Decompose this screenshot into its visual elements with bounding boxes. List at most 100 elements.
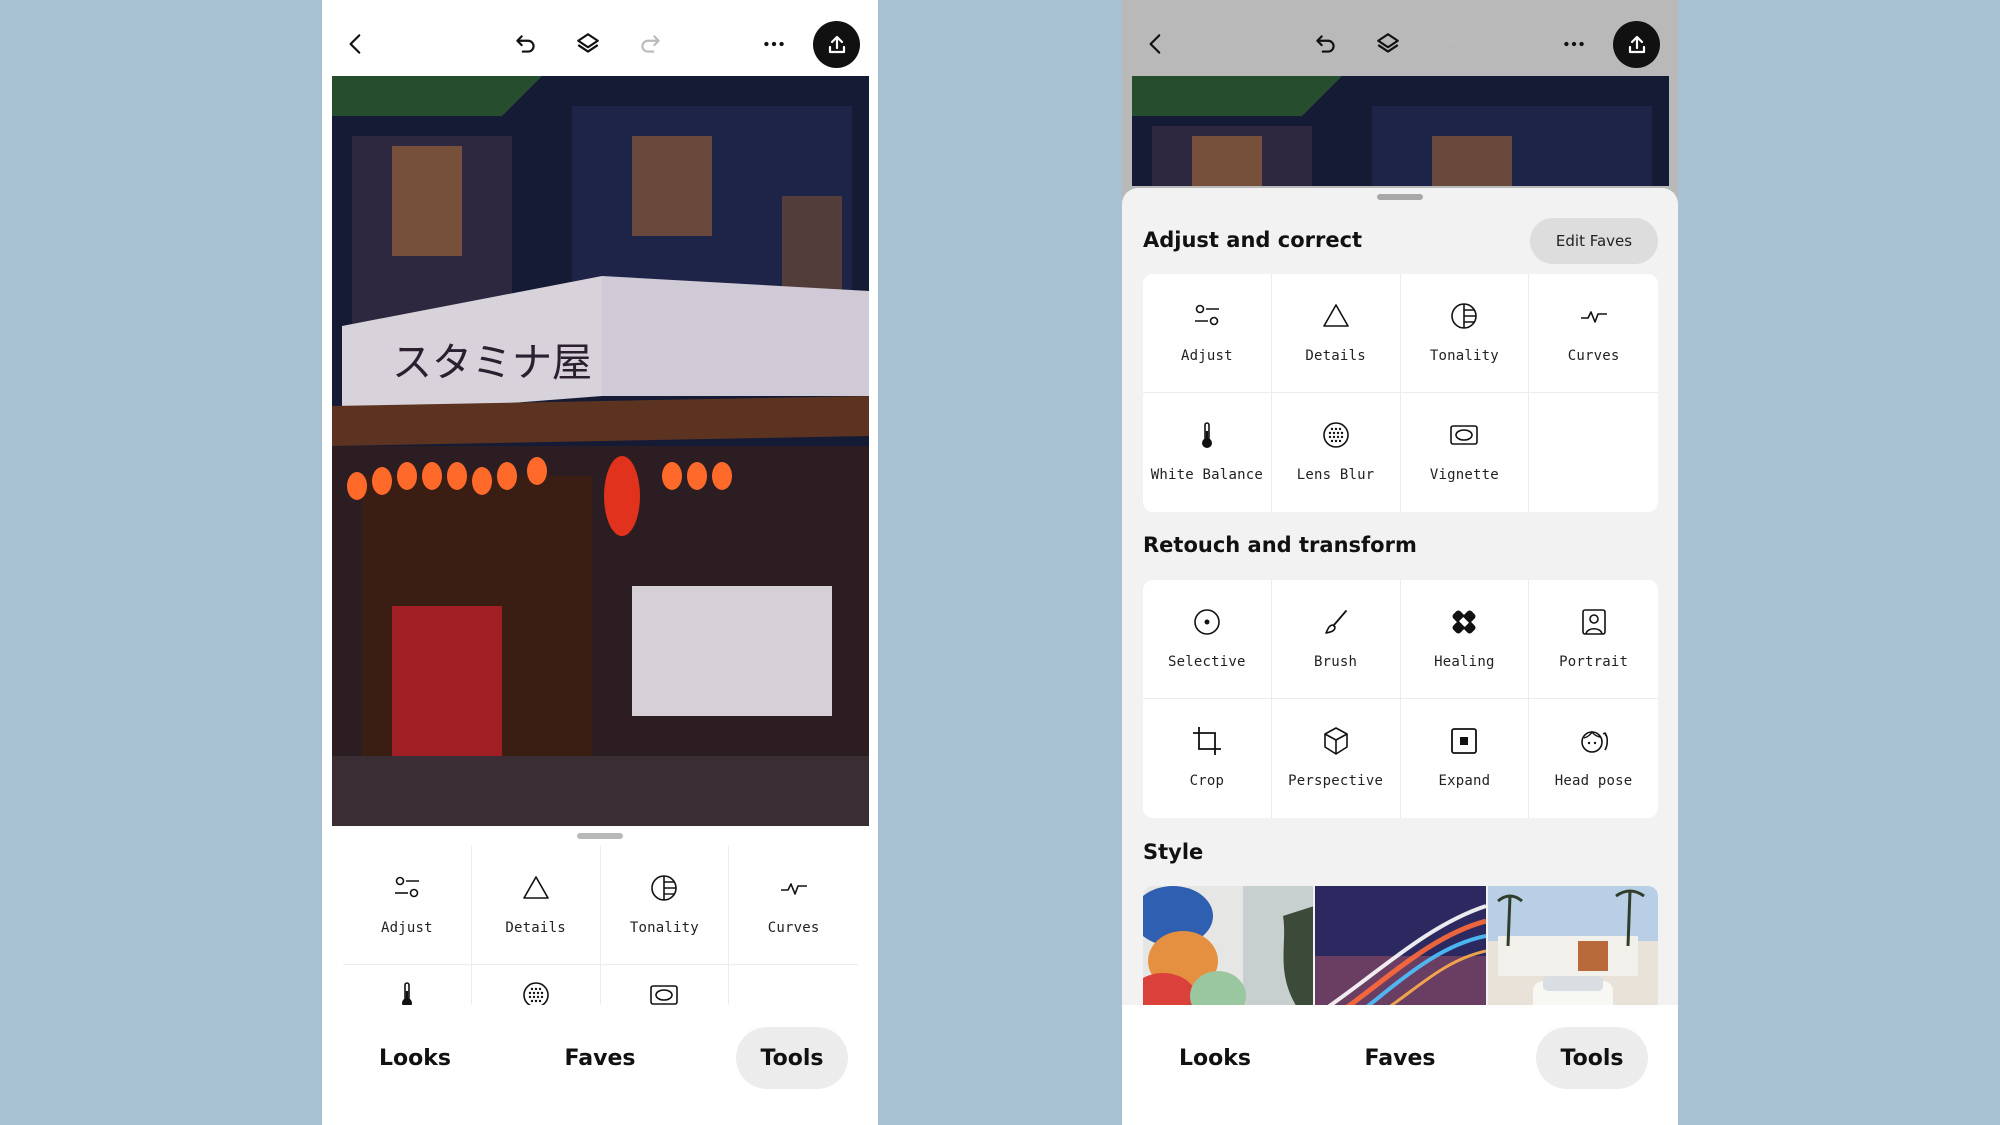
tool-white-balance[interactable] xyxy=(343,965,472,1006)
style-thumbnails xyxy=(1143,886,1658,1016)
tool-brush[interactable]: Brush xyxy=(1271,580,1401,699)
undo-button[interactable] xyxy=(504,22,548,66)
tool-adjust[interactable]: Adjust xyxy=(343,846,472,965)
tool-selective[interactable]: Selective xyxy=(1143,580,1272,699)
retouch-tools-grid: Selective Brush Healing Portrait Crop Pe… xyxy=(1143,580,1658,818)
portrait-icon xyxy=(1576,604,1612,640)
export-icon xyxy=(1625,33,1649,57)
storefront-photo xyxy=(1132,76,1669,186)
tool-label: Curves xyxy=(767,920,820,936)
nav-faves[interactable]: Faves xyxy=(1345,1027,1455,1089)
sheet-handle[interactable] xyxy=(577,833,623,839)
tool-details[interactable]: Details xyxy=(471,846,601,965)
tool-label: Lens Blur xyxy=(1296,467,1375,483)
adjust-tools-grid: Adjust Details Tonality Curves White Bal… xyxy=(1143,274,1658,512)
layers-button[interactable] xyxy=(1366,22,1410,66)
crop-icon xyxy=(1189,723,1225,759)
layers-button[interactable] xyxy=(566,22,610,66)
redo-button[interactable] xyxy=(1428,22,1472,66)
tool-label: Details xyxy=(505,920,566,936)
section-title-adjust: Adjust and correct xyxy=(1143,228,1363,252)
export-button[interactable] xyxy=(813,21,860,68)
storefront-photo: スタミナ屋 xyxy=(332,76,869,826)
tool-details[interactable]: Details xyxy=(1271,274,1401,393)
tool-curves[interactable]: Curves xyxy=(1529,274,1658,393)
top-toolbar xyxy=(1122,0,1678,76)
tool-expand[interactable]: Expand xyxy=(1401,699,1530,818)
tool-label: Portrait xyxy=(1559,654,1629,670)
lens-blur-icon xyxy=(518,979,554,1006)
tool-curves[interactable]: Curves xyxy=(729,846,858,965)
triangle-icon xyxy=(1318,298,1354,334)
style-thumb-balloons[interactable] xyxy=(1143,886,1314,1016)
tool-lens-blur[interactable] xyxy=(472,965,601,1006)
tool-label: Selective xyxy=(1168,654,1246,670)
photo-canvas[interactable]: スタミナ屋 xyxy=(332,76,869,826)
tool-vignette[interactable] xyxy=(601,965,730,1006)
tool-label: Details xyxy=(1305,348,1366,364)
redo-button[interactable] xyxy=(628,22,672,66)
back-button[interactable] xyxy=(1134,22,1178,66)
tool-perspective[interactable]: Perspective xyxy=(1272,699,1401,818)
tool-label: Brush xyxy=(1314,654,1358,670)
back-icon xyxy=(1143,31,1169,57)
expand-icon xyxy=(1446,723,1482,759)
sheet-handle[interactable] xyxy=(1377,194,1423,200)
palm-house-image xyxy=(1487,886,1658,1016)
tool-adjust[interactable]: Adjust xyxy=(1143,274,1272,393)
bottom-nav: Looks Faves Tools xyxy=(1122,1005,1678,1125)
tonality-icon xyxy=(1446,298,1482,334)
layers-icon xyxy=(575,31,601,57)
tool-tonality[interactable]: Tonality xyxy=(1400,274,1530,393)
edit-faves-button[interactable]: Edit Faves xyxy=(1530,218,1658,264)
tool-label: Crop xyxy=(1189,773,1225,789)
tool-tonality[interactable]: Tonality xyxy=(600,846,730,965)
tool-label: Expand xyxy=(1438,773,1491,789)
nav-looks[interactable]: Looks xyxy=(1160,1027,1270,1089)
tool-white-balance[interactable]: White Balance xyxy=(1143,393,1272,512)
triangle-icon xyxy=(518,870,554,906)
nav-tools[interactable]: Tools xyxy=(736,1027,848,1089)
tool-healing[interactable]: Healing xyxy=(1400,580,1530,699)
top-toolbar xyxy=(322,0,878,76)
export-icon xyxy=(825,33,849,57)
tool-head-pose[interactable]: Head pose xyxy=(1529,699,1658,818)
photo-canvas[interactable] xyxy=(1132,76,1669,186)
lens-blur-icon xyxy=(1318,417,1354,453)
tool-label: Vignette xyxy=(1429,467,1499,483)
vignette-icon xyxy=(646,979,682,1006)
nav-looks[interactable]: Looks xyxy=(360,1027,470,1089)
tonality-icon xyxy=(646,870,682,906)
curves-icon xyxy=(776,870,812,906)
thermometer-icon xyxy=(1189,417,1225,453)
head-pose-icon xyxy=(1576,723,1612,759)
export-button[interactable] xyxy=(1613,21,1660,68)
more-button[interactable] xyxy=(752,22,796,66)
back-button[interactable] xyxy=(334,22,378,66)
grid-empty-cell xyxy=(729,965,858,1006)
section-title-retouch: Retouch and transform xyxy=(1143,533,1417,557)
undo-icon xyxy=(1313,31,1339,57)
tool-lens-blur[interactable]: Lens Blur xyxy=(1272,393,1401,512)
phone-screen-left: スタミナ屋 Adjust Details Tonality Curves Loo… xyxy=(322,0,878,1125)
tool-portrait[interactable]: Portrait xyxy=(1529,580,1658,699)
grid-empty-cell xyxy=(1529,393,1658,512)
style-thumb-palm-house[interactable] xyxy=(1487,886,1658,1016)
light-trails-image xyxy=(1315,886,1486,1016)
perspective-icon xyxy=(1318,723,1354,759)
more-button[interactable] xyxy=(1552,22,1596,66)
nav-faves[interactable]: Faves xyxy=(545,1027,655,1089)
tool-label: Head pose xyxy=(1554,773,1633,789)
tool-label: Healing xyxy=(1434,654,1495,670)
tool-label: Adjust xyxy=(380,920,433,936)
thermometer-icon xyxy=(389,979,425,1006)
tool-vignette[interactable]: Vignette xyxy=(1401,393,1530,512)
curves-icon xyxy=(1576,298,1612,334)
nav-tools[interactable]: Tools xyxy=(1536,1027,1648,1089)
section-title-style: Style xyxy=(1143,840,1204,864)
tool-label: Curves xyxy=(1567,348,1620,364)
brush-icon xyxy=(1318,604,1354,640)
undo-button[interactable] xyxy=(1304,22,1348,66)
tool-crop[interactable]: Crop xyxy=(1143,699,1272,818)
style-thumb-light-trails[interactable] xyxy=(1315,886,1486,1016)
